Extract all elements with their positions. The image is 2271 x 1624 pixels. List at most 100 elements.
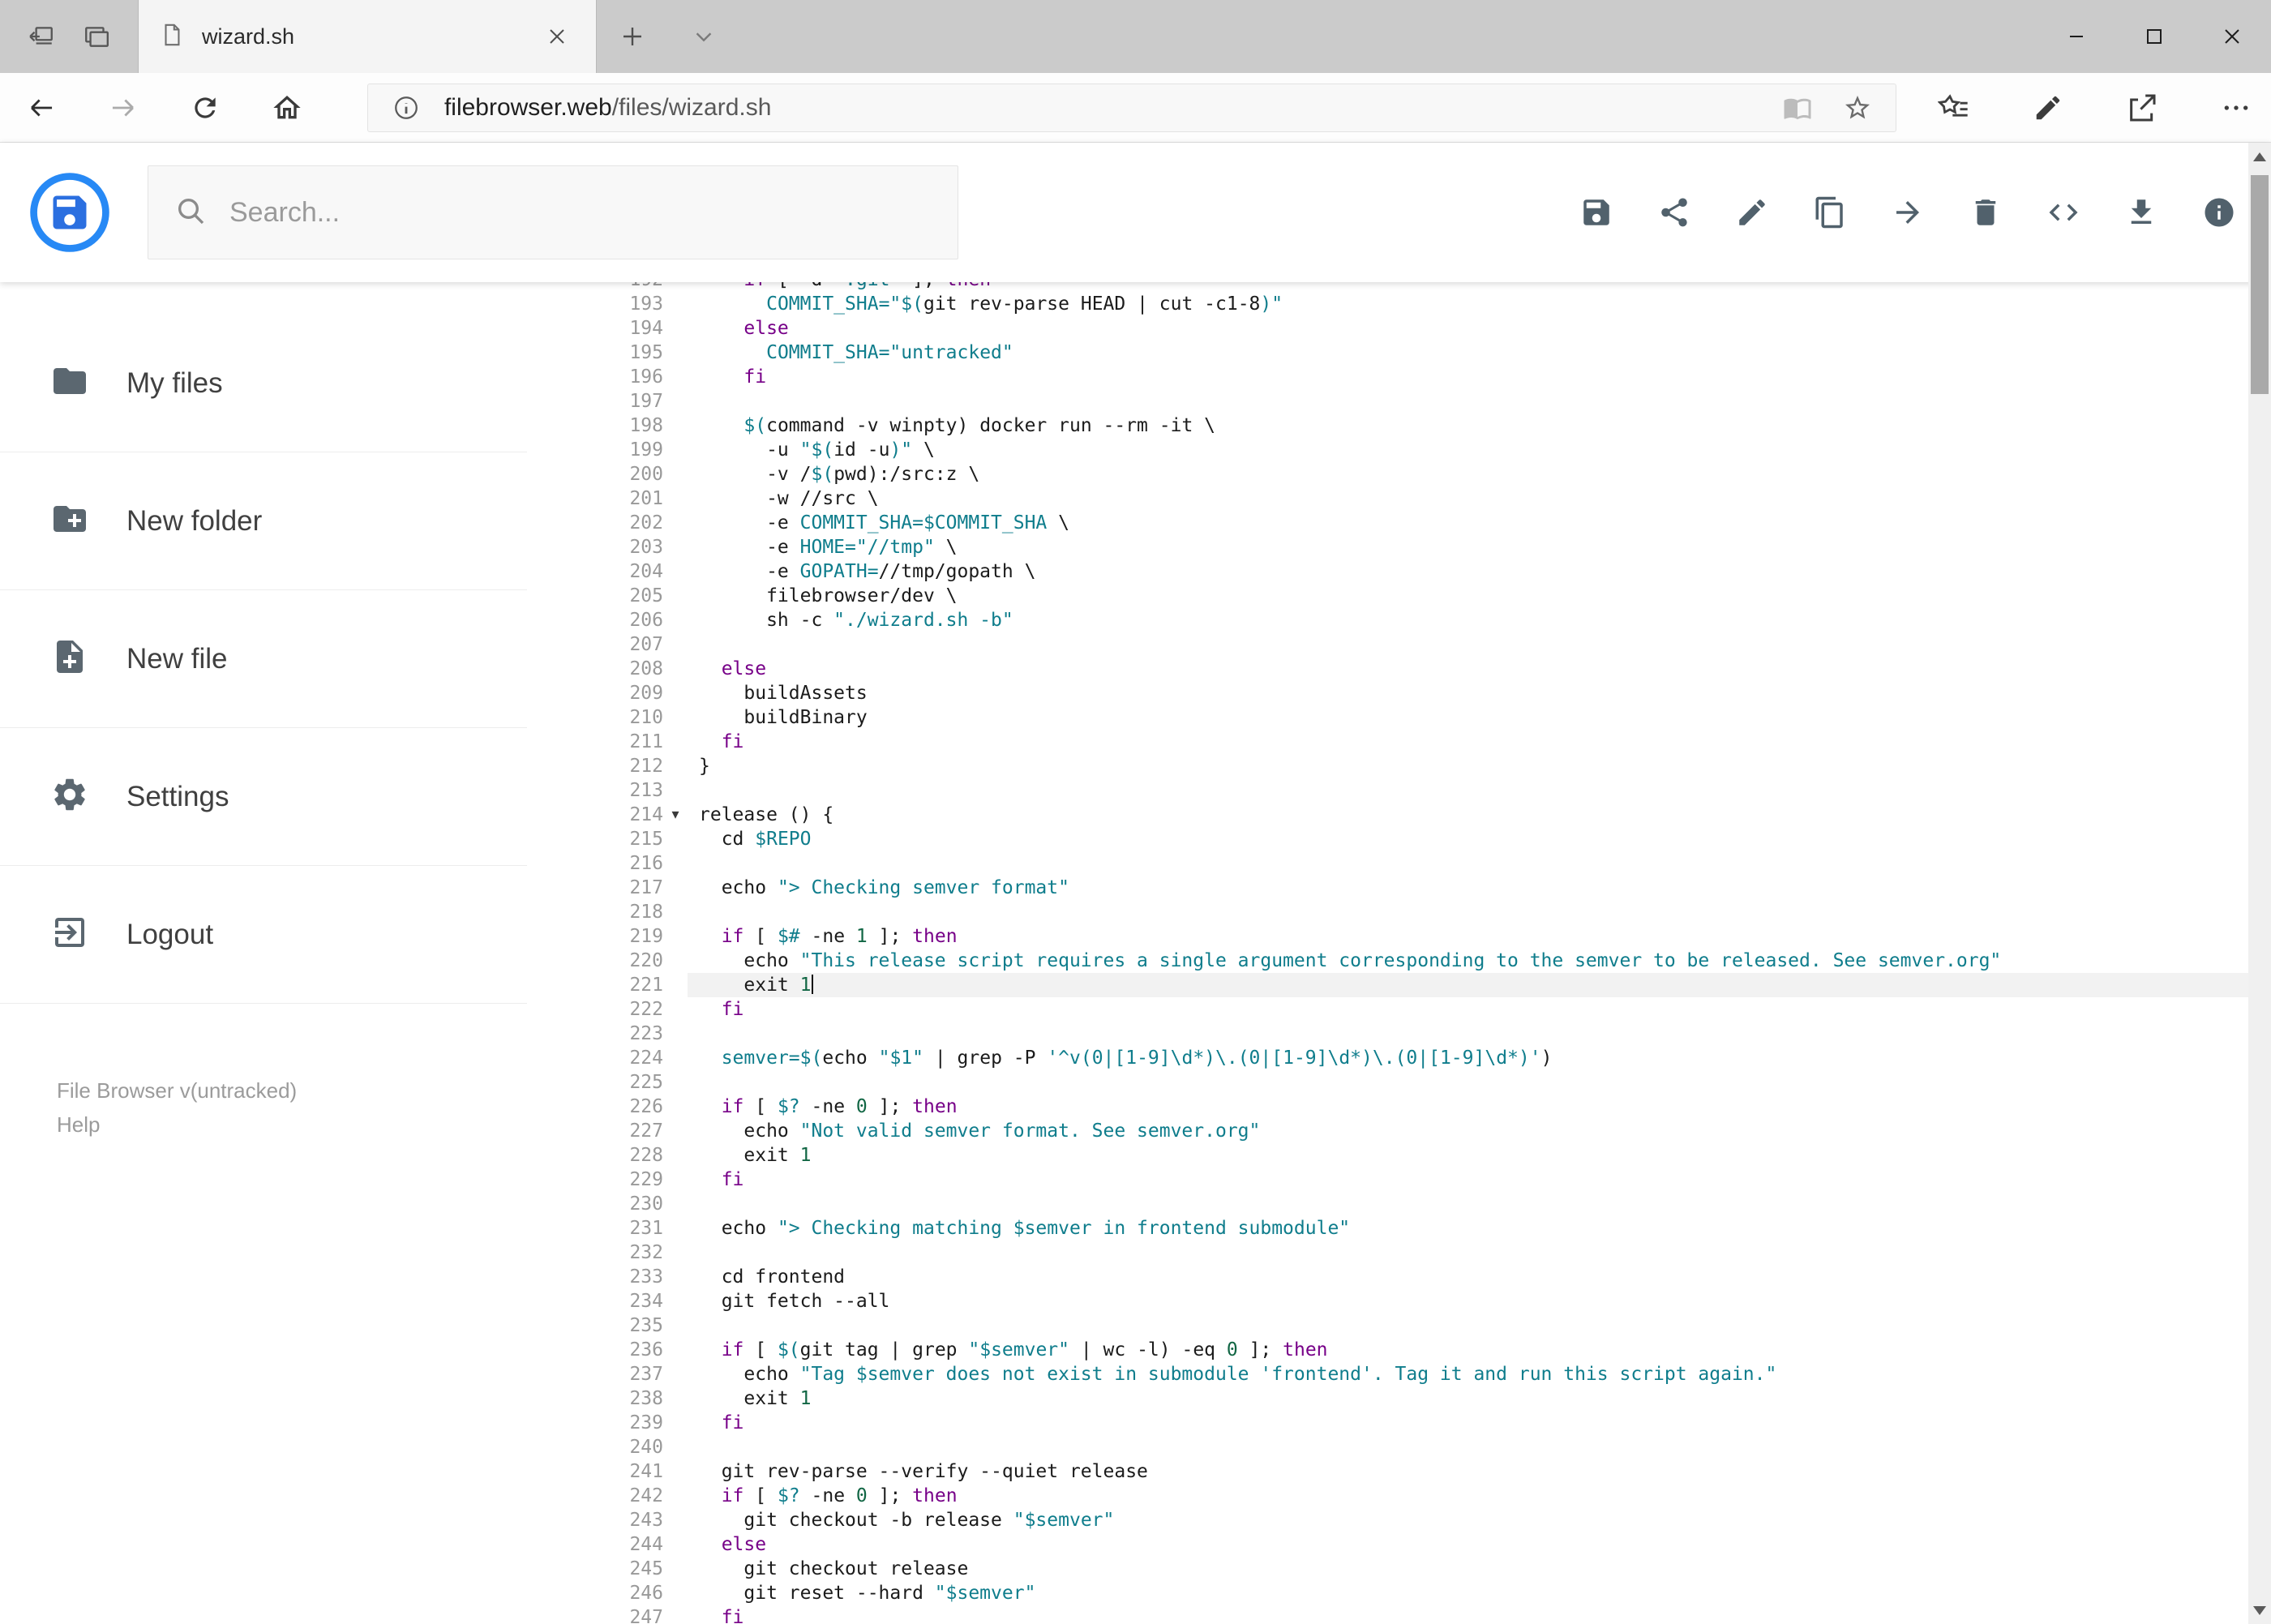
line-gutter[interactable]: 228 [527,1143,688,1168]
line-number[interactable]: 213 [527,778,663,803]
code-line[interactable]: 211 fi [527,730,2248,754]
code-text[interactable]: -u "$(id -u)" \ [688,438,2248,462]
code-text[interactable]: -v /$(pwd):/src:z \ [688,462,2248,486]
line-number[interactable]: 226 [527,1095,663,1119]
new-tab-button[interactable] [597,0,668,73]
code-text[interactable]: $(command -v winpty) docker run --rm -it… [688,413,2248,438]
line-gutter[interactable]: 205 [527,584,688,608]
code-line[interactable]: 236 if [ $(git tag | grep "$semver" | wc… [527,1338,2248,1362]
line-number[interactable]: 235 [527,1313,663,1338]
line-number[interactable]: 224 [527,1046,663,1070]
info-button[interactable] [2200,186,2239,238]
code-line[interactable]: 245 git checkout release [527,1557,2248,1581]
code-line[interactable]: 247 fi [527,1605,2248,1624]
line-number[interactable]: 200 [527,462,663,486]
minimize-button[interactable] [2037,0,2115,73]
browser-tab[interactable]: wizard.sh [138,0,597,73]
line-gutter[interactable]: 231 [527,1216,688,1240]
line-gutter[interactable]: 225 [527,1070,688,1095]
code-line[interactable]: 242 if [ $? -ne 0 ]; then [527,1484,2248,1508]
code-text[interactable]: -e HOME="//tmp" \ [688,535,2248,559]
code-text[interactable]: fi [688,1605,2248,1624]
code-line[interactable]: 213 [527,778,2248,803]
line-number[interactable]: 214 [527,803,663,827]
code-text[interactable]: if [ $# -ne 1 ]; then [688,924,2248,949]
line-number[interactable]: 240 [527,1435,663,1459]
line-gutter[interactable]: 199 [527,438,688,462]
line-gutter[interactable]: 236 [527,1338,688,1362]
line-number[interactable]: 210 [527,705,663,730]
line-number[interactable]: 225 [527,1070,663,1095]
line-gutter[interactable]: 204 [527,559,688,584]
line-gutter[interactable]: 196 [527,365,688,389]
code-line[interactable]: 240 [527,1435,2248,1459]
code-text[interactable]: echo "This release script requires a sin… [688,949,2248,973]
line-gutter[interactable]: 207 [527,632,688,657]
line-number[interactable]: 206 [527,608,663,632]
line-number[interactable]: 207 [527,632,663,657]
set-tabs-aside-icon[interactable] [28,23,55,50]
code-text[interactable] [688,851,2248,876]
tab-preview-chevron-icon[interactable] [668,0,739,73]
raw-code-button[interactable] [2044,186,2083,238]
code-line[interactable]: 246 git reset --hard "$semver" [527,1581,2248,1605]
code-text[interactable]: git rev-parse --verify --quiet release [688,1459,2248,1484]
code-line[interactable]: 218 [527,900,2248,924]
line-gutter[interactable]: 242 [527,1484,688,1508]
download-button[interactable] [2122,186,2161,238]
web-note-icon[interactable] [2013,73,2083,143]
code-text[interactable]: if [ -d ".git" ]; then [688,282,2248,292]
line-gutter[interactable]: 213 [527,778,688,803]
code-line[interactable]: 238 exit 1 [527,1386,2248,1411]
line-gutter[interactable]: 237 [527,1362,688,1386]
code-text[interactable]: exit 1 [688,1143,2248,1168]
code-line[interactable]: 208 else [527,657,2248,681]
save-button[interactable] [1577,186,1616,238]
close-window-button[interactable] [2193,0,2271,73]
line-gutter[interactable]: 209 [527,681,688,705]
code-line[interactable]: 241 git rev-parse --verify --quiet relea… [527,1459,2248,1484]
code-text[interactable]: cd frontend [688,1265,2248,1289]
line-gutter[interactable]: 203 [527,535,688,559]
scroll-up-button[interactable] [2248,143,2271,170]
code-line[interactable]: 229 fi [527,1168,2248,1192]
line-gutter[interactable]: 244 [527,1532,688,1557]
code-line[interactable]: 199 -u "$(id -u)" \ [527,438,2248,462]
line-number[interactable]: 233 [527,1265,663,1289]
code-line[interactable]: 192 if [ -d ".git" ]; then [527,282,2248,292]
code-text[interactable] [688,632,2248,657]
code-text[interactable]: fi [688,365,2248,389]
code-text[interactable]: } [688,754,2248,778]
line-gutter[interactable]: 233 [527,1265,688,1289]
code-line[interactable]: 224 semver=$(echo "$1" | grep -P '^v(0|[… [527,1046,2248,1070]
code-text[interactable]: else [688,316,2248,341]
line-number[interactable]: 232 [527,1240,663,1265]
line-gutter[interactable]: 192 [527,282,688,292]
line-number[interactable]: 243 [527,1508,663,1532]
line-number[interactable]: 204 [527,559,663,584]
line-gutter[interactable]: 227 [527,1119,688,1143]
line-gutter[interactable]: 230 [527,1192,688,1216]
code-line[interactable]: 201 -w //src \ [527,486,2248,511]
code-text[interactable]: echo "> Checking semver format" [688,876,2248,900]
code-text[interactable]: buildAssets [688,681,2248,705]
code-text[interactable]: echo "Not valid semver format. See semve… [688,1119,2248,1143]
code-line[interactable]: 227 echo "Not valid semver format. See s… [527,1119,2248,1143]
code-line[interactable]: 219 if [ $# -ne 1 ]; then [527,924,2248,949]
code-line[interactable]: 198 $(command -v winpty) docker run --rm… [527,413,2248,438]
code-text[interactable] [688,1435,2248,1459]
line-gutter[interactable]: 210 [527,705,688,730]
code-line[interactable]: 233 cd frontend [527,1265,2248,1289]
code-line[interactable]: 216 [527,851,2248,876]
code-line[interactable]: 194 else [527,316,2248,341]
code-line[interactable]: 231 echo "> Checking matching $semver in… [527,1216,2248,1240]
code-text[interactable] [688,1240,2248,1265]
line-number[interactable]: 227 [527,1119,663,1143]
code-line[interactable]: 193 COMMIT_SHA="$(git rev-parse HEAD | c… [527,292,2248,316]
line-gutter[interactable]: 193 [527,292,688,316]
code-text[interactable]: fi [688,997,2248,1022]
code-line[interactable]: 196 fi [527,365,2248,389]
line-number[interactable]: 201 [527,486,663,511]
line-number[interactable]: 205 [527,584,663,608]
favorite-star-icon[interactable] [1836,86,1879,130]
